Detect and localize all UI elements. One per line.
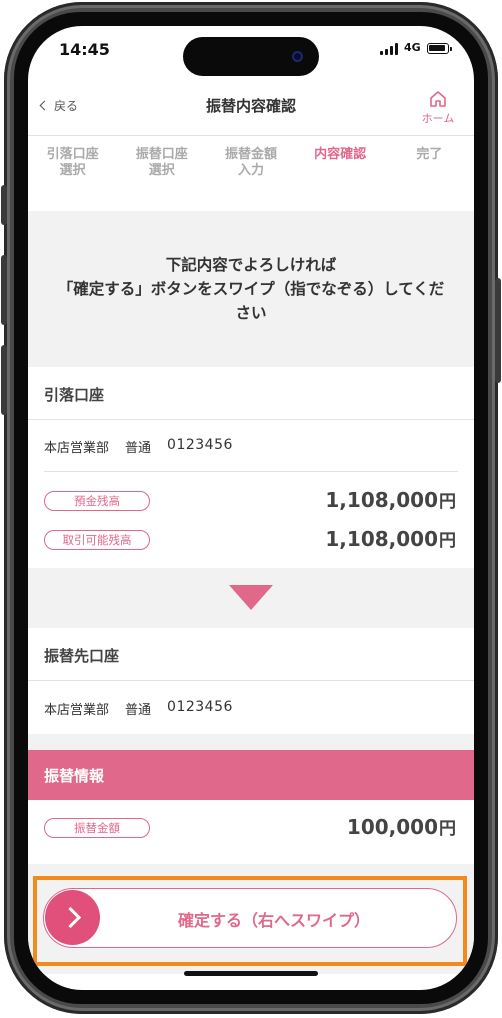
step-amount-input: 振替金額 入力 [224, 147, 277, 178]
page-title: 振替内容確認 [205, 97, 296, 115]
step-credit-account: 振替口座 選択 [135, 147, 188, 178]
divider [28, 419, 474, 420]
debit-type: 普通 [125, 441, 152, 456]
home-button[interactable]: ホーム [416, 89, 460, 126]
available-balance-currency: 円 [439, 531, 456, 551]
home-icon [430, 91, 446, 107]
credit-account-section: 振替先口座 本店営業部 普通 0123456 [28, 628, 474, 734]
divider [28, 680, 474, 681]
swipe-chevron-icon [59, 906, 81, 929]
transfer-amount: 100,000円 [347, 814, 456, 839]
screen: 14:45 4G 戻る 振替内容確認 ホーム 引落口座 選択 振替口座 選択 振… [28, 26, 474, 990]
transfer-info-header: 振替情報 [28, 750, 474, 800]
down-triangle-icon [229, 585, 273, 610]
home-indicator[interactable] [184, 971, 318, 976]
balance-badge: 預金残高 [44, 491, 150, 511]
instruction-panel: 下記内容でよろしければ 「確定する」ボタンをスワイプ（指でなぞる）してください [28, 211, 474, 367]
swipe-label: 確定する（右へスワイプ） [177, 911, 370, 930]
transfer-amount-badge: 振替金額 [44, 818, 150, 838]
step-confirm: 内容確認 [314, 147, 367, 162]
instruction-text: 下記内容でよろしければ 「確定する」ボタンをスワイプ（指でなぞる）してください [57, 256, 445, 322]
balance-currency: 円 [439, 492, 456, 512]
credit-type: 普通 [125, 703, 152, 718]
transfer-amount-currency: 円 [439, 819, 456, 839]
balance-amount: 1,108,000円 [325, 487, 456, 512]
divider [44, 471, 458, 472]
signal-icon [380, 43, 400, 55]
transfer-amount-value: 100,000 [346, 815, 438, 839]
progress-steps: 引落口座 選択 振替口座 選択 振替金額 入力 内容確認 完了 [28, 137, 474, 211]
transfer-info-label: 振替情報 [44, 767, 105, 785]
debit-number: 0123456 [167, 437, 233, 453]
transfer-info-section: 振替金額 100,000円 [28, 800, 474, 864]
app-header: 戻る 振替内容確認 ホーム [28, 81, 474, 136]
side-button-volume-up [1, 255, 7, 325]
swipe-area: 確定する（右へスワイプ） [28, 864, 474, 974]
step-debit-account: 引落口座 選択 [46, 147, 99, 178]
spacer-panel [28, 734, 474, 750]
side-button-power [495, 278, 501, 383]
available-balance-value: 1,108,000 [325, 527, 438, 551]
side-button-volume-down [1, 345, 7, 415]
credit-branch: 本店営業部 [44, 703, 110, 718]
confirm-swipe-button[interactable]: 確定する（右へスワイプ） [43, 888, 457, 948]
credit-number: 0123456 [167, 699, 233, 715]
balance-value: 1,108,000 [325, 488, 438, 512]
home-label: ホーム [421, 112, 455, 125]
debit-branch: 本店営業部 [44, 441, 110, 456]
battery-icon [427, 43, 452, 54]
credit-account-info: 本店営業部 普通 0123456 [44, 699, 233, 718]
step-complete: 完了 [416, 147, 443, 162]
available-balance-badge: 取引可能残高 [44, 530, 150, 550]
status-bar: 14:45 4G [28, 26, 474, 76]
side-button-mute [1, 185, 7, 225]
debit-account-section: 引落口座 本店営業部 普通 0123456 預金残高 1,108,000円 取引… [28, 367, 474, 568]
dynamic-island [183, 37, 319, 76]
network-type: 4G [404, 41, 421, 54]
swipe-handle[interactable] [45, 890, 100, 945]
debit-account-info: 本店営業部 普通 0123456 [44, 437, 233, 456]
status-time: 14:45 [59, 40, 110, 59]
credit-account-label: 振替先口座 [44, 647, 120, 665]
available-balance-amount: 1,108,000円 [325, 526, 456, 551]
arrow-panel [28, 568, 474, 628]
debit-account-label: 引落口座 [44, 386, 105, 404]
camera-icon [292, 51, 303, 62]
